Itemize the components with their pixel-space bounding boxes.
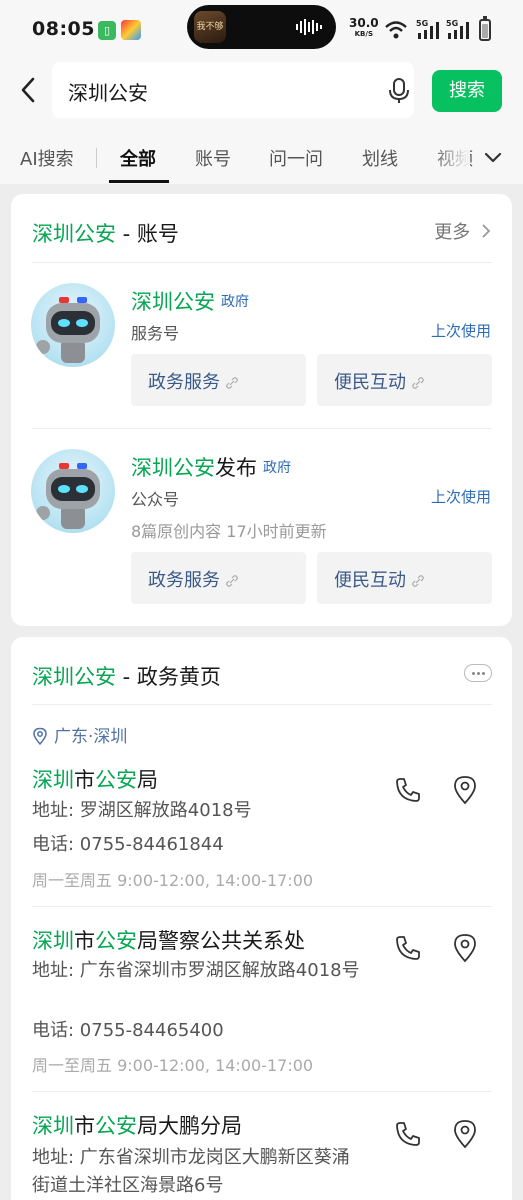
chevron-right-icon [482, 224, 491, 238]
dynamic-island[interactable]: 我不够 [187, 5, 336, 49]
entry-title[interactable]: 深圳市公安局警察公共关系处 [32, 925, 305, 955]
service-button-interact[interactable]: 便民互动 [317, 552, 492, 604]
wifi-icon [385, 21, 407, 39]
accounts-card-title: 深圳公安 - 账号 [32, 222, 179, 246]
map-pin-icon[interactable] [452, 775, 478, 805]
entry-title[interactable]: 深圳市公安局 [32, 764, 158, 794]
back-arrow-icon[interactable] [18, 76, 40, 104]
account-type: 服务号 [131, 324, 180, 343]
account-avatar[interactable] [31, 283, 115, 367]
government-badge: 政府 [221, 294, 249, 310]
map-pin-icon[interactable] [452, 1119, 478, 1149]
account-meta: 8篇原创内容 17小时前更新 [131, 522, 327, 541]
net-speed: 30.0 KB/S [349, 16, 379, 38]
microphone-icon[interactable] [388, 78, 410, 104]
more-link[interactable]: 更多 [434, 218, 492, 244]
service-button-gov[interactable]: 政务服务 [131, 552, 306, 604]
yellow-pages-card: 深圳公安 - 政务黄页 广东·深圳 深圳市公安局 地址: 罗湖区解放路4018号… [11, 637, 512, 1200]
audio-wave-icon [296, 19, 322, 35]
divider [32, 428, 492, 429]
yellow-pages-title: 深圳公安 - 政务黄页 [32, 665, 221, 689]
divider [32, 262, 492, 263]
battery-icon [479, 16, 491, 41]
link-icon [226, 377, 238, 389]
accounts-card: 深圳公安 - 账号 更多 深圳公安政府 服务号 上次使用 政务服务 便民互动 [11, 194, 512, 626]
svg-text:5G: 5G [416, 19, 428, 28]
robot-police-icon [36, 463, 100, 529]
search-query[interactable]: 深圳公安 [68, 77, 148, 106]
phone-icon[interactable] [394, 934, 422, 962]
account-name[interactable]: 深圳公安 政府 [131, 286, 249, 316]
tab-all[interactable]: 全部 [120, 145, 156, 171]
service-button-interact[interactable]: 便民互动 [317, 354, 492, 406]
top-area: 08:05 ▯ 我不够 30.0 KB/S 5G 5G 深圳公安 搜索 AI搜索… [0, 0, 523, 184]
tab-ask[interactable]: 问一问 [269, 145, 323, 171]
more-options-button[interactable] [464, 664, 492, 682]
entry-address: 地址: 广东省深圳市罗湖区解放路4018号 [32, 960, 360, 981]
signal-1-icon: 5G [416, 18, 442, 44]
tab-separator [96, 148, 97, 168]
link-icon [412, 377, 424, 389]
robot-police-icon [36, 297, 100, 363]
link-icon [412, 575, 424, 587]
entry-hours: 周一至周五 9:00-12:00, 14:00-17:00 [32, 1056, 314, 1075]
album-art: 我不够 [194, 11, 226, 43]
account-type: 公众号 [131, 490, 180, 509]
last-used-label: 上次使用 [430, 488, 491, 506]
entry-phone: 电话: 0755-84465400 [32, 1020, 224, 1041]
entry-title[interactable]: 深圳市公安局大鹏分局 [32, 1110, 242, 1140]
location-pin-icon [33, 727, 47, 745]
search-input[interactable]: 深圳公安 [52, 62, 414, 118]
divider [32, 906, 492, 907]
phone-icon[interactable] [394, 776, 422, 804]
divider [32, 1091, 492, 1092]
last-used-label: 上次使用 [430, 322, 491, 340]
tabs-fade [430, 138, 470, 178]
signal-2-icon: 5G [446, 18, 472, 44]
tab-accounts[interactable]: 账号 [195, 145, 231, 171]
chevron-down-icon[interactable] [483, 148, 503, 168]
entry-address: 地址: 广东省深圳市龙岗区大鹏新区葵涌街道土洋社区海景路6号 [32, 1147, 350, 1196]
entry-address: 地址: 罗湖区解放路4018号 [32, 800, 252, 821]
location-filter[interactable]: 广东·深圳 [32, 722, 127, 747]
map-pin-icon[interactable] [452, 933, 478, 963]
svg-text:5G: 5G [446, 19, 458, 28]
phone-icon[interactable] [394, 1120, 422, 1148]
service-button-gov[interactable]: 政务服务 [131, 354, 306, 406]
app-notification-icon: ▯ [98, 21, 116, 40]
account-avatar[interactable] [31, 449, 115, 533]
search-button[interactable]: 搜索 [432, 70, 502, 112]
tab-highlights[interactable]: 划线 [362, 145, 398, 171]
entry-hours: 周一至周五 9:00-12:00, 14:00-17:00 [32, 871, 314, 890]
entry-phone: 电话: 0755-84461844 [32, 834, 224, 855]
status-bar: 08:05 ▯ 我不够 30.0 KB/S 5G 5G [0, 0, 523, 58]
active-tab-indicator [109, 180, 169, 183]
government-badge: 政府 [263, 460, 291, 476]
link-icon [226, 575, 238, 587]
status-time: 08:05 [32, 18, 95, 40]
game-notification-icon [121, 20, 141, 40]
account-name[interactable]: 深圳公安发布 政府 [131, 452, 291, 482]
tab-ai-search[interactable]: AI搜索 [20, 145, 74, 171]
divider [32, 704, 492, 705]
